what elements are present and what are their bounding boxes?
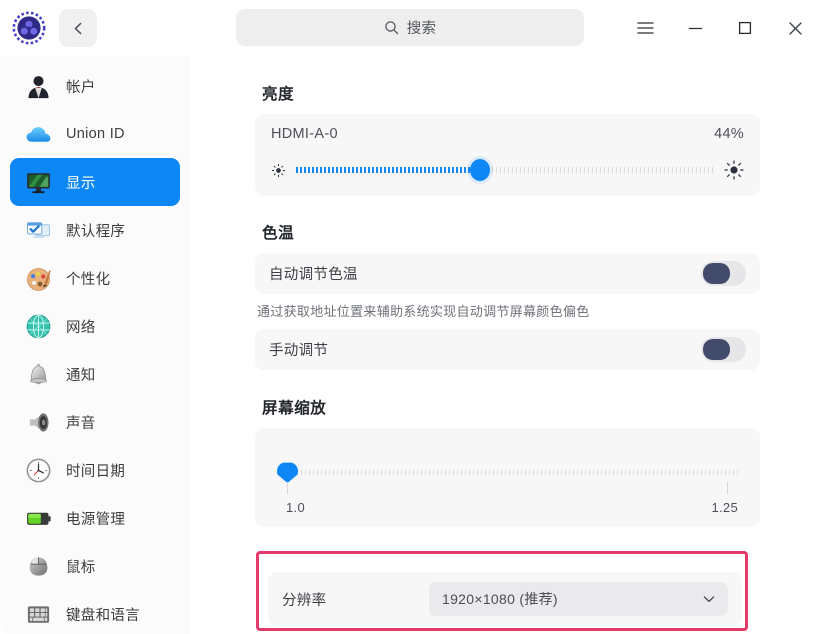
cloud-icon <box>24 120 52 148</box>
screen-scaling-section-title: 屏幕缩放 <box>262 400 327 417</box>
sidebar-item-personalization[interactable]: 个性化 <box>10 254 180 302</box>
clock-icon <box>24 456 52 484</box>
sidebar-item-union-id[interactable]: Union ID <box>10 110 180 158</box>
default-apps-icon <box>24 216 52 244</box>
brightness-slider-handle[interactable] <box>469 159 490 181</box>
resolution-dropdown[interactable]: 1920×1080 (推荐) <box>429 582 728 616</box>
brightness-section-title: 亮度 <box>262 86 295 103</box>
settings-content-panel: 亮度 HDMI-A-0 44% 色温 自动调节色温 通过获取地址位置来辅助系统实… <box>190 56 820 634</box>
manual-color-temp-card: 手动调节 <box>255 329 760 370</box>
chevron-left-icon <box>74 22 81 34</box>
personalization-icon <box>24 264 52 292</box>
color-temperature-section-title: 色温 <box>262 225 295 242</box>
network-globe-icon <box>24 312 52 340</box>
brightness-slider-row[interactable] <box>269 159 746 181</box>
sidebar-item-label: 声音 <box>66 415 96 432</box>
scaling-tick-min <box>287 482 288 494</box>
brightness-slider-remainder <box>479 167 714 173</box>
battery-icon <box>24 504 52 532</box>
sidebar-item-label: 时间日期 <box>66 463 126 480</box>
resolution-selected-value: 1920×1080 (推荐) <box>442 591 558 607</box>
search-icon <box>384 21 398 35</box>
scaling-slider-track[interactable] <box>277 462 738 494</box>
titlebar: 搜索 <box>0 0 820 56</box>
screen-scaling-card: 1.0 1.25 <box>255 428 760 527</box>
auto-color-temp-card: 自动调节色温 <box>255 253 760 294</box>
sidebar-item-label: 通知 <box>66 367 96 384</box>
keyboard-icon <box>24 600 52 628</box>
minimize-icon <box>688 27 702 30</box>
sidebar-item-label: 键盘和语言 <box>66 607 140 624</box>
sidebar-item-mouse[interactable]: 鼠标 <box>10 542 180 590</box>
sidebar-item-datetime[interactable]: 时间日期 <box>10 446 180 494</box>
search-input[interactable]: 搜索 <box>236 9 584 46</box>
scaling-max-label: 1.25 <box>711 500 738 515</box>
sun-dim-icon <box>271 163 286 178</box>
hamburger-menu-icon <box>636 22 654 34</box>
sidebar-item-default-apps[interactable]: 默认程序 <box>10 206 180 254</box>
scaling-track-dashes <box>277 470 738 475</box>
sidebar-item-label: 显示 <box>66 175 96 192</box>
brightness-value-label: 44% <box>714 126 744 142</box>
sidebar-item-network[interactable]: 网络 <box>10 302 180 350</box>
menu-button[interactable] <box>620 0 670 56</box>
sidebar-item-label: 鼠标 <box>66 559 96 576</box>
minimize-button[interactable] <box>670 0 720 56</box>
sidebar-item-display[interactable]: 显示 <box>10 158 180 206</box>
scaling-min-label: 1.0 <box>286 500 305 515</box>
brightness-slider-fill <box>296 167 480 173</box>
auto-color-temp-toggle[interactable] <box>701 261 746 286</box>
brightness-slider-track[interactable] <box>296 159 714 181</box>
resolution-highlight-box: 分辨率 1920×1080 (推荐) <box>256 551 748 631</box>
auto-color-temp-label: 自动调节色温 <box>269 267 358 283</box>
sidebar: 帐户 Union ID 显示 默认程序 个性化 网络 通知 声音 时间日期 电源… <box>0 56 190 634</box>
maximize-button[interactable] <box>720 0 770 56</box>
auto-color-temp-row[interactable]: 自动调节色温 <box>255 253 760 294</box>
account-icon <box>24 72 52 100</box>
sidebar-item-label: 网络 <box>66 319 96 336</box>
sidebar-item-power[interactable]: 电源管理 <box>10 494 180 542</box>
display-monitor-icon <box>24 168 52 196</box>
sidebar-item-keyboard-language[interactable]: 键盘和语言 <box>10 590 180 634</box>
back-button[interactable] <box>59 9 97 47</box>
chevron-down-icon <box>701 591 717 607</box>
close-button[interactable] <box>770 0 820 56</box>
manual-color-temp-row[interactable]: 手动调节 <box>255 329 760 370</box>
toggle-knob <box>703 263 730 284</box>
toggle-knob <box>703 339 730 360</box>
sidebar-item-notifications[interactable]: 通知 <box>10 350 180 398</box>
sun-bright-icon <box>724 160 744 180</box>
sidebar-item-label: 电源管理 <box>66 511 126 528</box>
sidebar-item-label: 默认程序 <box>66 223 126 240</box>
manual-color-temp-toggle[interactable] <box>701 337 746 362</box>
resolution-card: 分辨率 1920×1080 (推荐) <box>268 572 742 626</box>
close-icon <box>788 21 802 35</box>
control-center-window: 搜索 帐户 Union ID 显示 默认程序 个性化 网络 通知 声音 时间日期… <box>0 0 820 634</box>
sidebar-item-label: 帐户 <box>66 79 96 96</box>
scaling-slider-handle[interactable] <box>277 462 298 483</box>
sidebar-item-sound[interactable]: 声音 <box>10 398 180 446</box>
app-logo-icon <box>11 10 47 46</box>
speaker-icon <box>24 408 52 436</box>
manual-color-temp-label: 手动调节 <box>269 343 329 359</box>
auto-color-temp-helper-text: 通过获取地址位置来辅助系统实现自动调节屏幕颜色偏色 <box>257 304 590 319</box>
sidebar-item-label: 个性化 <box>66 271 111 288</box>
brightness-card: HDMI-A-0 44% <box>255 114 760 196</box>
window-controls <box>620 0 820 56</box>
sidebar-item-label: Union ID <box>66 126 125 142</box>
maximize-icon <box>738 21 752 35</box>
brightness-monitor-row: HDMI-A-0 44% <box>269 126 746 142</box>
resolution-label: 分辨率 <box>282 592 327 609</box>
monitor-name-label: HDMI-A-0 <box>271 126 338 142</box>
scaling-tick-max <box>727 482 728 494</box>
search-placeholder-text: 搜索 <box>406 21 437 37</box>
sidebar-item-account[interactable]: 帐户 <box>10 62 180 110</box>
mouse-icon <box>24 552 52 580</box>
bell-icon <box>24 360 52 388</box>
